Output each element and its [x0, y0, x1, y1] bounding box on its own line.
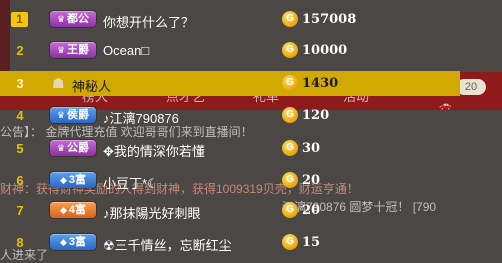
diamond-icon: ◆ [59, 237, 67, 247]
coin-icon: G [282, 234, 298, 250]
user-name: ☢三千情丝，忘断红尘 [103, 238, 232, 253]
wealth-badge: ◆ 3富 [50, 234, 96, 250]
crown-icon: ♛ [56, 110, 66, 120]
contribution-amount: 30 [302, 141, 321, 156]
ranking-row[interactable]: 5 ♛ 公爵 ✥我的情深你若懂 G 30 [0, 136, 460, 161]
user-name: ♪江漓790876 [103, 111, 179, 126]
user-name: 神秘人 [72, 79, 112, 94]
ranking-row[interactable]: 7 ◆ 4富 ♪那抹陽光好刺眼 G 20 [0, 198, 460, 223]
mystery-person-icon: ☗ [52, 75, 65, 91]
wealth-badge: ◆ 3富 [50, 172, 96, 188]
coin-icon: G [282, 11, 298, 27]
crown-icon: ♛ [56, 45, 66, 55]
rank-number: 5 [16, 141, 24, 156]
rank-number: 8 [16, 235, 24, 250]
rank-number: 1 [11, 12, 28, 27]
rank-number: 4 [16, 108, 24, 123]
ranking-row[interactable]: 3 ☗ 神秘人 G 1430 [0, 71, 460, 96]
diamond-icon: ◆ [59, 175, 67, 185]
contribution-amount: 20 [302, 203, 321, 218]
coin-icon: G [282, 202, 298, 218]
coin-icon: G [282, 75, 298, 91]
wealth-badge: ◆ 4富 [50, 202, 96, 218]
user-name: ♪那抹陽光好刺眼 [103, 206, 201, 221]
ranking-row[interactable]: 1 ♛ 都公 你想开什么了？ G 157008 [0, 7, 460, 32]
coin-icon: G [282, 140, 298, 156]
user-name: 小豆丁*☾ [103, 176, 159, 191]
diamond-icon: ◆ [59, 205, 67, 215]
ranking-row[interactable]: 4 ♛ 侯爵 ♪江漓790876 G 120 [0, 103, 460, 128]
contribution-amount: 20 [302, 173, 321, 188]
rank-number: 7 [16, 203, 24, 218]
user-name: 你想开什么了？ [103, 15, 195, 30]
crown-icon: ♛ [56, 14, 66, 24]
ranking-row[interactable]: 6 ◆ 3富 小豆丁*☾ G 20 [0, 168, 460, 193]
ranking-list: 1 ♛ 都公 你想开什么了？ G 157008 2 ♛ 王爵 Ocean□ G 10… [0, 0, 502, 261]
vip-badge: ♛ 王爵 [50, 42, 96, 58]
contribution-amount: 1430 [302, 76, 339, 91]
ranking-row[interactable]: 8 ◆ 3富 ☢三千情丝，忘断红尘 G 15 [0, 230, 460, 255]
vip-badge: ♛ 都公 [50, 11, 96, 27]
contribution-amount: 10000 [302, 43, 348, 58]
contribution-amount: 157008 [302, 12, 357, 27]
rank-number: 3 [16, 76, 24, 91]
vip-badge: ♛ 侯爵 [50, 107, 96, 123]
rank-number: 2 [16, 43, 24, 58]
ranking-row[interactable]: 2 ♛ 王爵 Ocean□ G 10000 [0, 38, 460, 63]
coin-icon: G [282, 42, 298, 58]
user-name: Ocean□ [103, 43, 150, 58]
contribution-amount: 15 [302, 235, 321, 250]
contribution-amount: 120 [302, 108, 330, 123]
coin-icon: G [282, 172, 298, 188]
coin-icon: G [282, 107, 298, 123]
rank-number: 6 [16, 173, 24, 188]
vip-badge: ♛ 公爵 [50, 140, 96, 156]
crown-icon: ♛ [56, 143, 66, 153]
user-name: ✥我的情深你若懂 [103, 144, 205, 159]
